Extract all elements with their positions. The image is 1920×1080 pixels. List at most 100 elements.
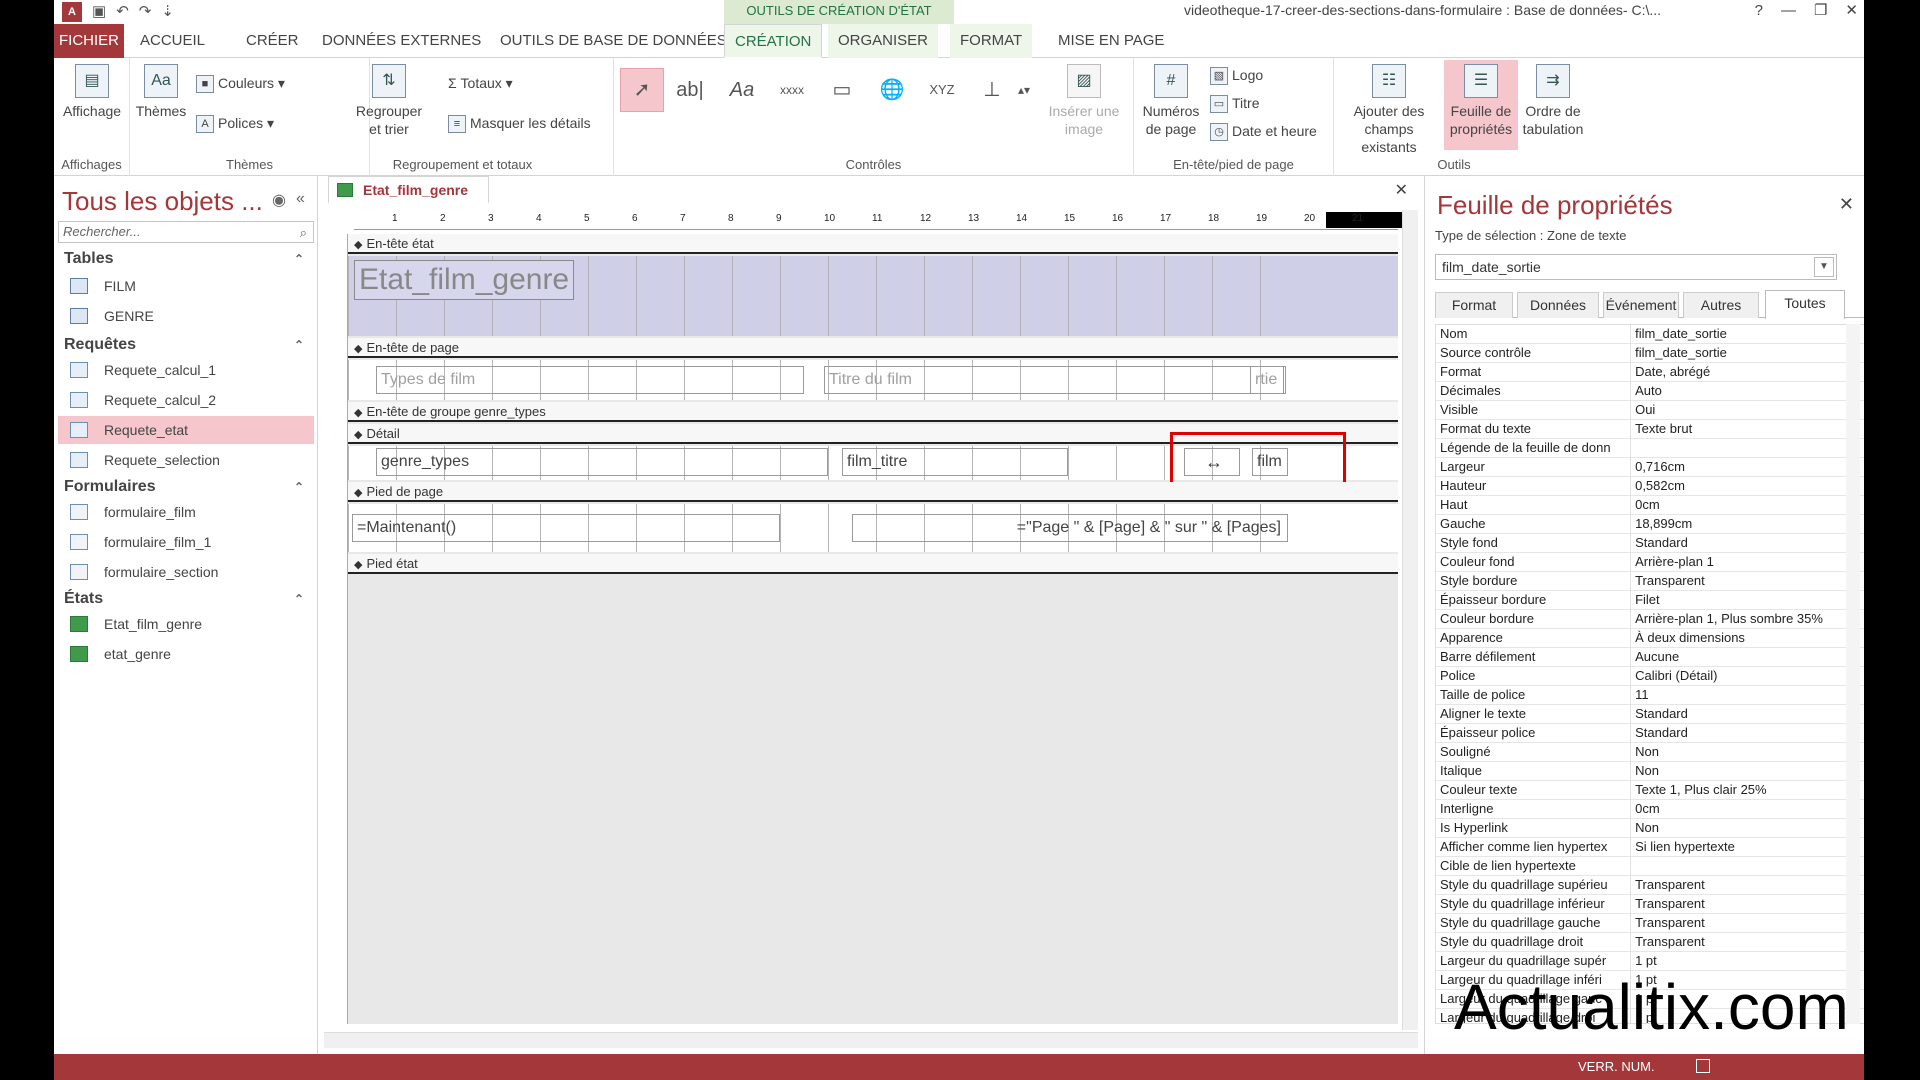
property-value[interactable]: Transparent [1631,914,1864,932]
tab-outils-bdd[interactable]: OUTILS DE BASE DE DONNÉES [490,24,737,58]
button-control-icon[interactable]: xxxx [770,68,814,112]
nav-menu-chevron-icon[interactable]: ◉ [272,190,286,210]
property-value[interactable]: Non [1631,743,1864,761]
redo-icon[interactable]: ↷ [139,2,152,22]
property-value[interactable]: Transparent [1631,572,1864,590]
property-row[interactable]: Style du quadrillage supérieu Transparent [1436,876,1864,895]
property-row[interactable]: Is Hyperlink Non [1436,819,1864,838]
property-row[interactable]: Style du quadrillage gauche Transparent [1436,914,1864,933]
minimize-icon[interactable]: — [1781,0,1796,22]
tab-organiser[interactable]: ORGANISER [828,24,939,58]
property-row[interactable]: Barre défilement Aucune [1436,648,1864,667]
field-film-titre[interactable]: film_titre [842,448,1068,476]
property-row[interactable]: Légende de la feuille de donn [1436,439,1864,458]
property-row[interactable]: Épaisseur police Standard [1436,724,1864,743]
property-row[interactable]: Gauche 18,899cm [1436,515,1864,534]
property-row[interactable]: Style bordure Transparent [1436,572,1864,591]
property-value[interactable]: Arrière-plan 1, Plus sombre 35% [1631,610,1864,628]
customize-qat-icon[interactable]: ⇣ [161,2,174,22]
document-tab[interactable]: Etat_film_genre [328,176,490,204]
design-view-icon[interactable] [1696,1059,1710,1073]
property-row[interactable]: Apparence À deux dimensions [1436,629,1864,648]
property-value[interactable]: Transparent [1631,895,1864,913]
nav-item-requete-etat[interactable]: Requete_etat [58,416,314,444]
property-value[interactable]: film_date_sortie [1631,344,1864,362]
property-row[interactable]: Couleur texte Texte 1, Plus clair 25% [1436,781,1864,800]
property-row[interactable]: Couleur fond Arrière-plan 1 [1436,553,1864,572]
property-value[interactable]: Arrière-plan 1 [1631,553,1864,571]
property-value[interactable]: Texte 1, Plus clair 25% [1631,781,1864,799]
nav-item-requete-calcul-2[interactable]: Requete_calcul_2 [58,386,314,414]
property-value[interactable]: Non [1631,819,1864,837]
horizontal-scrollbar[interactable] [324,1032,1418,1048]
search-icon[interactable]: ⌕ [300,223,307,243]
nav-item-etat-film-genre[interactable]: Etat_film_genre [58,610,314,638]
nav-item-requete-selection[interactable]: Requete_selection [58,446,314,474]
label-types-film[interactable]: Types de film [376,366,804,394]
fonts-button[interactable]: A Polices ▾ [196,112,274,134]
close-document-icon[interactable]: ✕ [1395,180,1408,200]
tab-file[interactable]: FICHIER [54,24,124,58]
help-icon[interactable]: ? [1755,0,1763,22]
property-value[interactable] [1631,857,1864,875]
tab-accueil[interactable]: ACCUEIL [130,24,215,58]
property-value[interactable]: Transparent [1631,933,1864,951]
band-report-footer[interactable]: ◆ Pied état [348,554,1398,574]
property-value[interactable]: Si lien hypertexte [1631,838,1864,856]
property-value[interactable]: Transparent [1631,876,1864,894]
property-row[interactable]: Italique Non [1436,762,1864,781]
nav-item-formulaire-section[interactable]: formulaire_section [58,558,314,586]
nav-section-etats[interactable]: États ⌃ [54,586,318,612]
textbox-control-icon[interactable]: ab| [668,68,712,112]
label-date-sortie[interactable]: rtie [1250,366,1286,394]
view-button[interactable]: ▤ Affichage [58,64,126,120]
band-group-header[interactable]: ◆ En-tête de groupe genre_types [348,402,1398,422]
report-header-section[interactable]: Etat_film_genre [348,256,1398,336]
collapse-section-icon[interactable]: ⌃ [294,474,304,500]
detail-section[interactable]: genre_types film_titre ↔ film [348,432,1398,494]
property-row[interactable]: Cible de lien hypertexte [1436,857,1864,876]
property-row[interactable]: Source contrôle film_date_sortie [1436,344,1864,363]
property-row[interactable]: Largeur 0,716cm [1436,458,1864,477]
hide-details-button[interactable]: ≡ Masquer les détails [448,112,591,134]
property-value[interactable]: 11 [1631,686,1864,704]
nav-section-tables[interactable]: Tables ⌃ [54,246,318,272]
collapse-section-icon[interactable]: ⌃ [294,586,304,612]
band-report-header[interactable]: ◆ En-tête état [348,234,1398,254]
property-value[interactable]: Aucune [1631,648,1864,666]
property-value[interactable]: film_date_sortie [1631,325,1864,343]
vertical-scrollbar[interactable] [1402,210,1418,1030]
tab-format-props[interactable]: Format [1435,292,1513,318]
page-footer-section[interactable]: =Maintenant() ="Page " & [Page] & " sur … [348,504,1398,552]
property-row[interactable]: Épaisseur bordure Filet [1436,591,1864,610]
close-pane-icon[interactable]: ✕ [1839,194,1854,215]
nav-section-requetes[interactable]: Requêtes ⌃ [54,332,318,358]
totals-button[interactable]: Σ Totaux ▾ [448,72,513,94]
nav-item-requete-calcul-1[interactable]: Requete_calcul_1 [58,356,314,384]
tab-order-button[interactable]: ⇉ Ordre de tabulation [1520,64,1586,138]
band-page-footer[interactable]: ◆ Pied de page [348,482,1398,502]
themes-button[interactable]: Aa Thèmes [134,64,188,120]
controls-scroll-icon[interactable]: ▴▾ [1014,68,1034,112]
band-page-header[interactable]: ◆ En-tête de page [348,338,1398,358]
property-value[interactable]: 1 pt [1631,952,1864,970]
property-row[interactable]: Taille de police 11 [1436,686,1864,705]
tab-format[interactable]: FORMAT [950,24,1033,58]
insert-image-button[interactable]: ▨ Insérer une image [1042,64,1126,138]
property-row[interactable]: Style du quadrillage inférieur Transparen… [1436,895,1864,914]
property-scrollbar[interactable] [1846,324,1860,1024]
nav-search-input[interactable]: Rechercher... ⌕ [58,221,314,243]
property-value[interactable]: 0,716cm [1631,458,1864,476]
property-row[interactable]: Souligné Non [1436,743,1864,762]
property-row[interactable]: Aligner le texte Standard [1436,705,1864,724]
field-page-numbers[interactable]: ="Page " & [Page] & " sur " & [Pages] [852,514,1288,542]
property-row[interactable]: Style fond Standard [1436,534,1864,553]
page-break-control-icon[interactable]: ⊥ [970,68,1014,112]
collapse-section-icon[interactable]: ⌃ [294,246,304,272]
property-value[interactable]: Standard [1631,534,1864,552]
property-row[interactable]: Hauteur 0,582cm [1436,477,1864,496]
property-value[interactable]: 0,582cm [1631,477,1864,495]
property-value[interactable]: Standard [1631,724,1864,742]
collapse-section-icon[interactable]: ⌃ [294,332,304,358]
tab-autres[interactable]: Autres [1683,292,1759,318]
